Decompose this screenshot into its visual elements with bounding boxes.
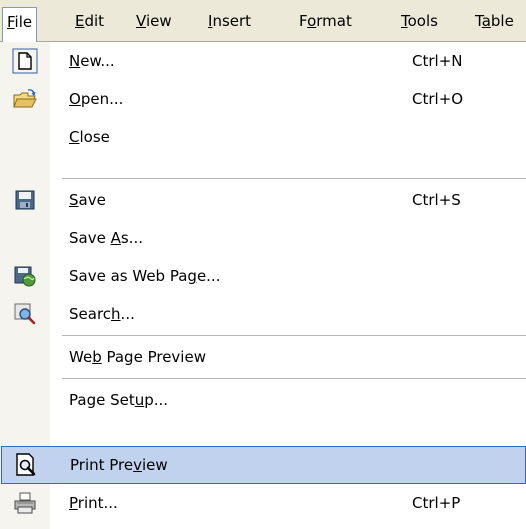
menubar-label-post: ools (407, 12, 438, 30)
menu-item-label: Web Page Preview (69, 348, 206, 366)
menu-item-open[interactable]: Open... Ctrl+O (0, 80, 526, 118)
menu-item-label: Save (69, 191, 106, 209)
menu-bar: File Edit View Insert Format Tools Table (0, 0, 526, 43)
menu-separator (62, 178, 526, 179)
menu-item-label: Open... (69, 90, 124, 108)
menu-item-shortcut: Ctrl+O (412, 90, 464, 108)
menu-separator (62, 335, 526, 336)
menu-item-label: Search... (69, 305, 135, 323)
printer-icon (12, 490, 38, 516)
menubar-mnemonic: F (7, 13, 15, 31)
menu-item-web-page-preview[interactable]: Web Page Preview (0, 338, 526, 376)
menubar-label-pre: T (475, 12, 482, 30)
menubar-label-post: nsert (212, 12, 252, 30)
menubar-label-post: rmat (316, 12, 352, 30)
open-folder-icon (12, 86, 38, 112)
menu-item-label: Close (69, 128, 110, 146)
menu-item-print-preview[interactable]: Print Preview (1, 446, 526, 484)
menu-item-label: Page Setup... (69, 391, 169, 409)
menu-item-print[interactable]: Print... Ctrl+P (0, 484, 526, 522)
menu-item-label: Save As... (69, 229, 143, 247)
menu-item-label: Print Preview (70, 456, 168, 474)
menu-item-shortcut: Ctrl+N (412, 52, 463, 70)
menu-item-label: New... (69, 52, 115, 70)
menu-item-shortcut: Ctrl+P (412, 494, 461, 512)
print-preview-icon (13, 452, 39, 478)
menu-item-save-as[interactable]: Save As... (0, 219, 526, 257)
menu-item-search[interactable]: Search... (0, 295, 526, 333)
menubar-item-format[interactable]: Format (296, 8, 355, 34)
menu-item-new[interactable]: New... Ctrl+N (0, 42, 526, 80)
menu-item-close[interactable]: Close (0, 118, 526, 156)
save-web-page-icon (12, 263, 38, 289)
menubar-label-post: ile (14, 13, 33, 31)
save-floppy-icon (12, 187, 38, 213)
menubar-item-file[interactable]: File (2, 7, 38, 43)
menu-item-label: Print... (69, 494, 118, 512)
menu-item-page-setup[interactable]: Page Setup... (0, 381, 526, 419)
menubar-item-insert[interactable]: Insert (205, 8, 254, 34)
menubar-item-table[interactable]: Table (472, 8, 517, 34)
menubar-item-tools[interactable]: Tools (398, 8, 441, 34)
file-menu-dropdown: New... Ctrl+N Open... Ctrl+O Close Save … (0, 42, 526, 529)
new-document-icon (12, 48, 38, 74)
menubar-label-post: ble (490, 12, 514, 30)
menu-item-save[interactable]: Save Ctrl+S (0, 181, 526, 219)
menubar-mnemonic: o (307, 12, 317, 30)
menubar-mnemonic: a (481, 12, 491, 30)
menubar-label-post: iew (145, 12, 172, 30)
menubar-label-pre: F (299, 12, 308, 30)
menu-item-shortcut: Ctrl+S (412, 191, 461, 209)
menu-item-save-as-web-page[interactable]: Save as Web Page... (0, 257, 526, 295)
menubar-mnemonic: V (136, 12, 146, 30)
menubar-item-edit[interactable]: Edit (72, 8, 107, 34)
menu-separator (62, 378, 526, 379)
menubar-mnemonic: T (401, 12, 408, 30)
menubar-item-view[interactable]: View (133, 8, 175, 34)
menubar-label-post: dit (84, 12, 105, 30)
search-icon (12, 301, 38, 327)
menu-item-label: Save as Web Page... (69, 267, 221, 285)
